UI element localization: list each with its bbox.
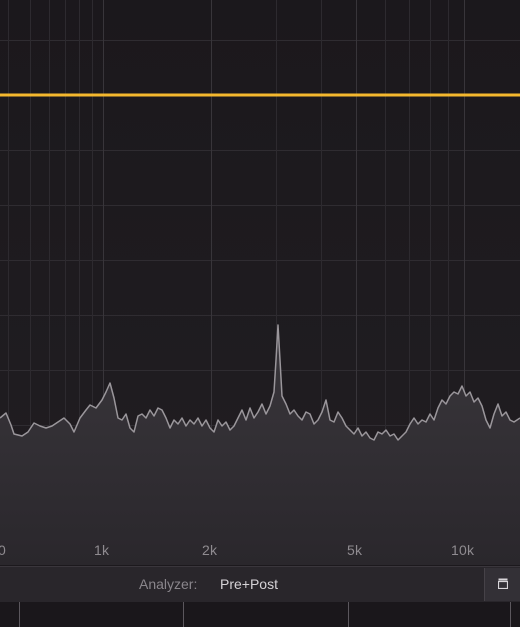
analyzer-mode-selector[interactable]: Pre+Post xyxy=(220,576,278,592)
analyzer-label: Analyzer: xyxy=(139,576,198,592)
eq-window: 0 1k 2k 5k 10k Analyzer: Pre+Post xyxy=(0,0,520,627)
spectrum-svg xyxy=(0,0,520,565)
freq-label-1k: 1k xyxy=(94,542,110,558)
panel-toggle-button[interactable] xyxy=(484,568,520,601)
freq-label-5k: 5k xyxy=(347,542,363,558)
analyzer-bar: Analyzer: Pre+Post xyxy=(0,566,520,603)
lower-control-strip xyxy=(0,602,520,627)
strip-divider xyxy=(348,602,349,627)
strip-divider xyxy=(510,602,511,627)
freq-label-0: 0 xyxy=(0,542,6,558)
panel-toggle-icon xyxy=(498,578,508,589)
strip-divider xyxy=(183,602,184,627)
freq-label-10k: 10k xyxy=(451,542,475,558)
strip-divider xyxy=(19,602,20,627)
spectrum-display[interactable]: 0 1k 2k 5k 10k xyxy=(0,0,520,565)
freq-label-2k: 2k xyxy=(202,542,218,558)
